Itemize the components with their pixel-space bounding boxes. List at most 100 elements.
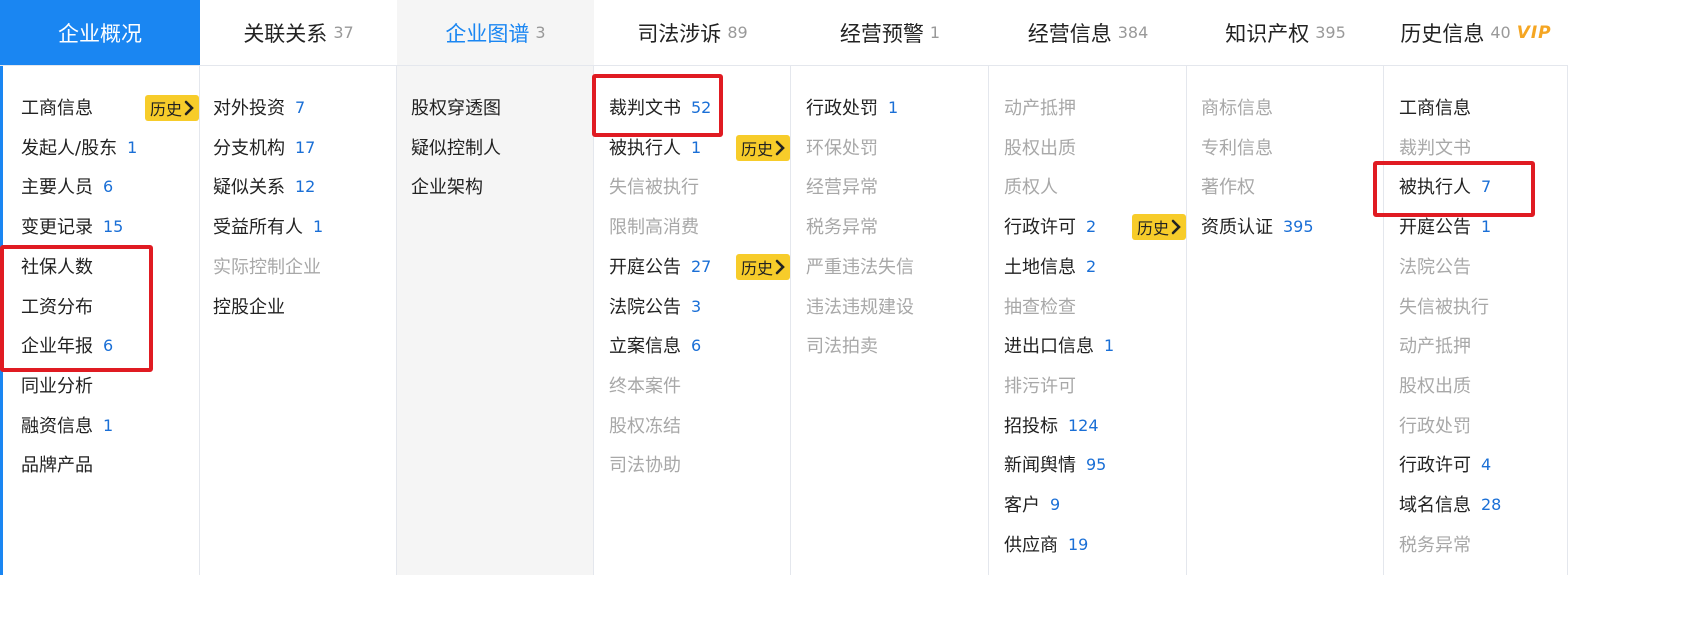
- menu-item-count: 52: [691, 97, 712, 117]
- menu-item-count: 3: [691, 296, 702, 316]
- menu-item[interactable]: 法院公告 3: [594, 288, 790, 324]
- menu-item[interactable]: 域名信息 28: [1384, 486, 1567, 522]
- menu-item[interactable]: 被执行人 7: [1384, 168, 1567, 204]
- menu-item-count: 19: [1068, 534, 1089, 554]
- menu-item[interactable]: 立案信息 6: [594, 327, 790, 363]
- menu-item[interactable]: 对外投资 7: [200, 89, 396, 125]
- menu-item[interactable]: 企业年报 6: [3, 327, 199, 363]
- menu-item-label: 变更记录: [21, 217, 93, 238]
- menu-item[interactable]: 受益所有人 1: [200, 208, 396, 244]
- menu-item-count: 1: [888, 97, 899, 117]
- menu-item-label: 行政处罚: [806, 98, 878, 119]
- menu-item: 违法违规建设: [791, 288, 988, 324]
- menu-item[interactable]: 进出口信息 1: [989, 327, 1186, 363]
- menu-item[interactable]: 资质认证 395: [1187, 208, 1383, 244]
- menu-item-label: 疑似控制人: [411, 138, 501, 159]
- menu-item-count: 1: [1481, 216, 1492, 236]
- menu-item-label: 主要人员: [21, 177, 93, 198]
- menu-item[interactable]: 发起人/股东 1: [3, 129, 199, 165]
- menu-item-label: 严重违法失信: [806, 257, 914, 278]
- menu-item: 商标信息: [1187, 89, 1383, 125]
- menu-item-label: 土地信息: [1004, 257, 1076, 278]
- menu-item[interactable]: 被执行人 1 历史: [594, 129, 790, 165]
- history-button[interactable]: 历史: [1131, 214, 1186, 240]
- menu-item[interactable]: 客户 9: [989, 486, 1186, 522]
- menu-item[interactable]: 股权穿透图: [397, 89, 593, 125]
- tab-overview[interactable]: 企业概况: [0, 0, 200, 65]
- menu-item: 股权出质: [989, 129, 1186, 165]
- menu-item[interactable]: 同业分析: [3, 367, 199, 403]
- menu-item-count: 7: [1481, 176, 1492, 196]
- chevron-right-icon: [775, 259, 785, 275]
- menu-item[interactable]: 土地信息 2: [989, 248, 1186, 284]
- menu-column-overview: 工商信息 历史发起人/股东 1 主要人员 6 变更记录 15 社保人数工资分布企业年报 6 同业分…: [0, 66, 200, 575]
- menu-item-label: 工商信息: [21, 98, 93, 119]
- menu-item[interactable]: 行政处罚 1: [791, 89, 988, 125]
- menu-item[interactable]: 疑似关系 12: [200, 168, 396, 204]
- menu-column-operation: 动产抵押 股权出质 质权人 行政许可 2 历史 土地信息 2 抽查检查 进出口信息 1 排污许可 招投标…: [989, 66, 1187, 575]
- menu-item-label: 工资分布: [21, 297, 93, 318]
- history-label: 历史: [149, 100, 182, 119]
- menu-item-label: 品牌产品: [21, 455, 93, 476]
- menu-item-label: 行政处罚: [1399, 416, 1471, 437]
- menu-item-label: 法院公告: [609, 297, 681, 318]
- menu-item[interactable]: 开庭公告 27 历史: [594, 248, 790, 284]
- menu-item[interactable]: 融资信息 1: [3, 407, 199, 443]
- menu-item-label: 行政许可: [1399, 455, 1471, 476]
- menu-item[interactable]: 行政许可 4: [1384, 446, 1567, 482]
- menu-item[interactable]: 品牌产品: [3, 446, 199, 482]
- menu-item[interactable]: 控股企业: [200, 288, 396, 324]
- menu-item: 股权冻结: [594, 407, 790, 443]
- tab-ip[interactable]: 知识产权 395: [1187, 0, 1384, 65]
- menu-item: 税务异常: [1384, 526, 1567, 562]
- tab-judicial[interactable]: 司法涉诉 89: [594, 0, 791, 65]
- menu-item[interactable]: 社保人数: [3, 248, 199, 284]
- menu-item[interactable]: 主要人员 6: [3, 168, 199, 204]
- menu-item[interactable]: 工资分布: [3, 288, 199, 324]
- menu-item-label: 股权出质: [1399, 376, 1471, 397]
- menu-item[interactable]: 分支机构 17: [200, 129, 396, 165]
- menu-item-count: 7: [295, 97, 306, 117]
- menu-item-label: 动产抵押: [1399, 336, 1471, 357]
- menu-item[interactable]: 疑似控制人: [397, 129, 593, 165]
- tab-count: 37: [333, 23, 354, 42]
- menu-item-label: 疑似关系: [213, 177, 285, 198]
- menu-item: 终本案件: [594, 367, 790, 403]
- menu-item-label: 融资信息: [21, 416, 93, 437]
- menu-column-judicial: 裁判文书 52 被执行人 1 历史 失信被执行 限制高消费 开庭公告 27 历史 法院公告 3 立案信息…: [594, 66, 791, 575]
- tab-count: 3: [535, 23, 546, 42]
- menu-item[interactable]: 企业架构: [397, 168, 593, 204]
- menu-item[interactable]: 行政许可 2 历史: [989, 208, 1186, 244]
- menu-item[interactable]: 供应商 19: [989, 526, 1186, 562]
- menu-item-label: 质权人: [1004, 177, 1058, 198]
- menu-item-label: 著作权: [1201, 177, 1255, 198]
- tab-graph[interactable]: 企业图谱 3: [397, 0, 594, 65]
- tab-warning[interactable]: 经营预警 1: [791, 0, 989, 65]
- menu-item: 环保处罚: [791, 129, 988, 165]
- menu-item-label: 环保处罚: [806, 138, 878, 159]
- menu-item-count: 15: [103, 216, 124, 236]
- tab-operation[interactable]: 经营信息 384: [989, 0, 1187, 65]
- history-button[interactable]: 历史: [735, 135, 790, 161]
- menu-item-label: 企业年报: [21, 336, 93, 357]
- menu-item-label: 终本案件: [609, 376, 681, 397]
- menu-item[interactable]: 工商信息 历史: [3, 89, 199, 125]
- menu-item[interactable]: 裁判文书 52: [594, 89, 790, 125]
- history-button[interactable]: 历史: [144, 95, 199, 121]
- tab-relations[interactable]: 关联关系 37: [200, 0, 397, 65]
- menu-item: 经营异常: [791, 168, 988, 204]
- menu-item[interactable]: 新闻舆情 95: [989, 446, 1186, 482]
- menu-item-label: 司法拍卖: [806, 336, 878, 357]
- history-button[interactable]: 历史: [735, 254, 790, 280]
- tab-history[interactable]: 历史信息 40 VIP: [1384, 0, 1568, 65]
- menu-item: 股权出质: [1384, 367, 1567, 403]
- menu-item[interactable]: 招投标 124: [989, 407, 1186, 443]
- menu-item-label: 行政许可: [1004, 217, 1076, 238]
- menu-item-label: 裁判文书: [609, 98, 681, 119]
- menu-item-label: 企业架构: [411, 177, 483, 198]
- menu-item[interactable]: 开庭公告 1: [1384, 208, 1567, 244]
- menu-item[interactable]: 工商信息: [1384, 89, 1567, 125]
- menu-item-label: 工商信息: [1399, 98, 1471, 119]
- tab-count: 40: [1490, 23, 1511, 42]
- menu-item[interactable]: 变更记录 15: [3, 208, 199, 244]
